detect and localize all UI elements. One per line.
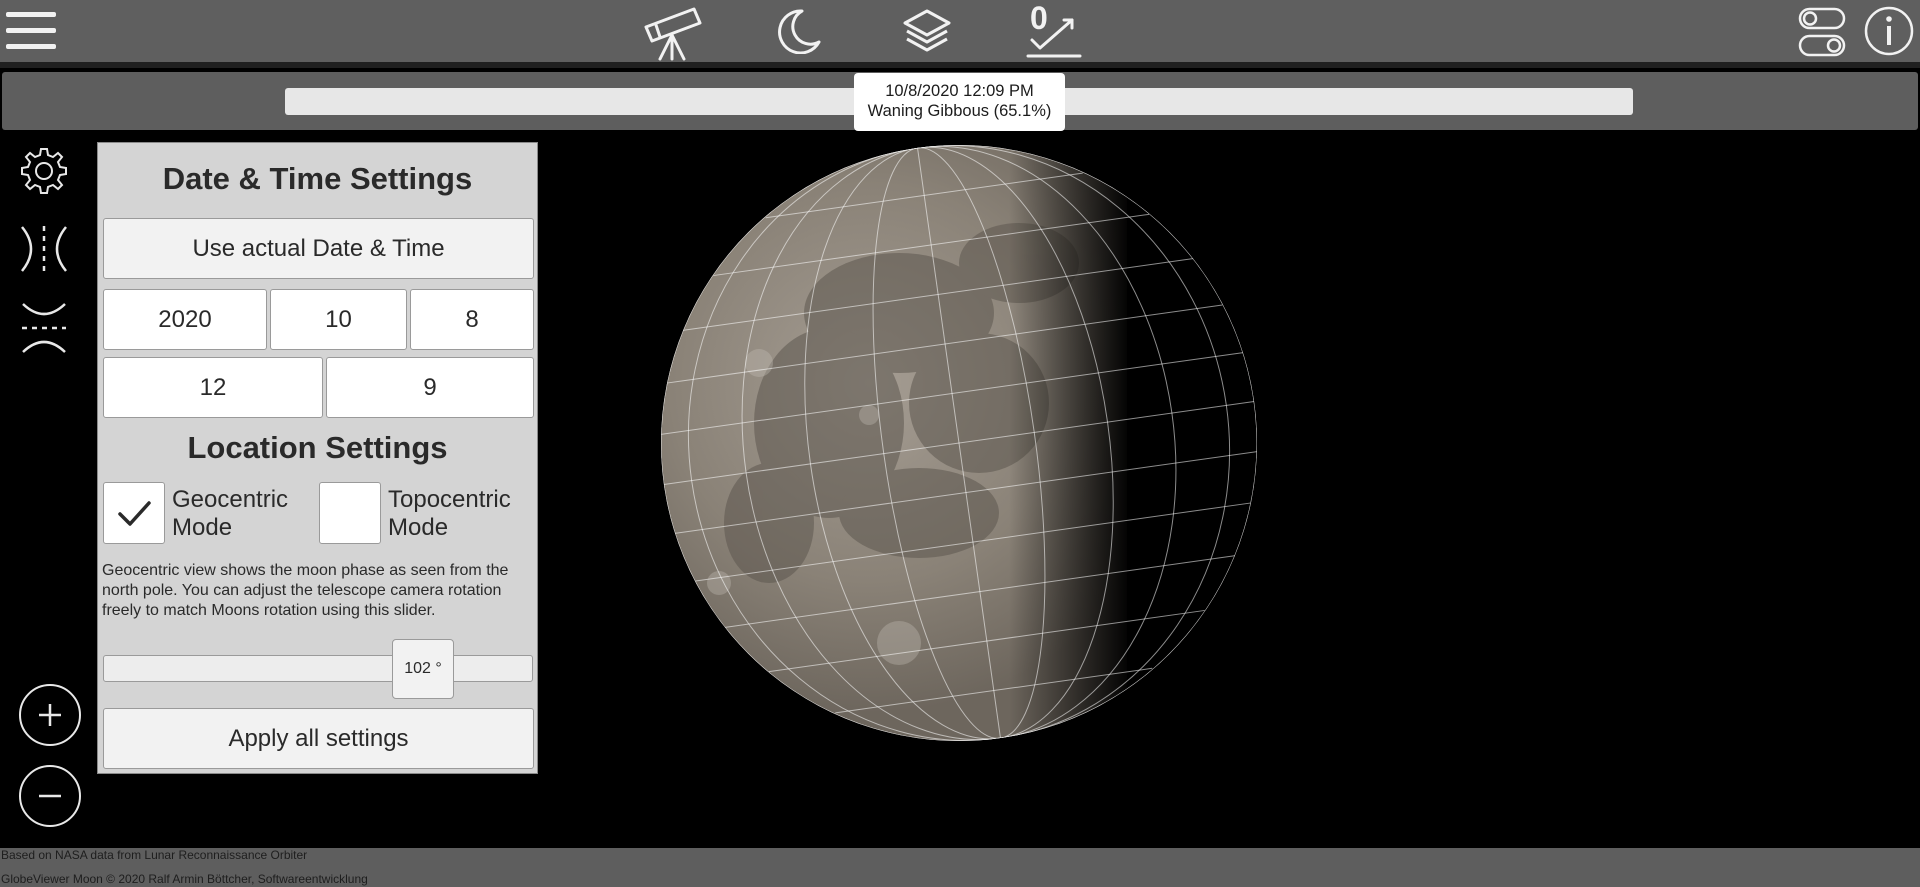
layers-icon[interactable] [902,8,952,54]
toggle-switches-icon[interactable] [1798,7,1846,57]
minute-field[interactable]: 9 [326,357,534,418]
mode-description: Geocentric view shows the moon phase as … [102,562,509,619]
month-field[interactable]: 10 [270,289,407,350]
vertical-libration-icon[interactable] [20,302,68,354]
topocentric-checkbox[interactable] [319,482,381,544]
checkmark-icon [118,501,151,526]
moon-globe[interactable] [656,140,1262,746]
settings-panel: Date & Time Settings Use actual Date & T… [97,142,538,774]
timeline-tooltip[interactable]: 10/8/2020 12:09 PM Waning Gibbous (65.1%… [854,73,1065,131]
rotation-slider-handle[interactable]: 102 ° [392,639,454,699]
zoom-in-button[interactable] [19,684,81,746]
hour-field[interactable]: 12 [103,357,323,418]
location-heading: Location Settings [187,430,448,465]
telescope-icon[interactable] [642,5,704,61]
footer-bar: Based on NASA data from Lunar Reconnaiss… [0,848,1920,887]
graph-counter-icon [1026,18,1082,58]
horizontal-libration-icon[interactable] [20,224,68,274]
day-field[interactable]: 8 [410,289,534,350]
gear-icon[interactable] [21,148,67,194]
year-field[interactable]: 2020 [103,289,267,350]
copyright: GlobeViewer Moon © 2020 Ralf Armin Böttc… [1,872,368,886]
zoom-out-icon [39,794,61,798]
crescent-moon-icon[interactable] [776,8,822,54]
use-actual-date-time-button[interactable]: Use actual Date & Time [103,218,534,279]
data-credit: Based on NASA data from Lunar Reconnaiss… [1,848,308,862]
apply-all-settings-button[interactable]: Apply all settings [103,708,534,769]
toolbar-divider [0,62,1920,68]
tooltip-phase: Waning Gibbous (65.1%) [867,102,1052,120]
info-icon[interactable] [1864,6,1914,56]
zoom-in-icon [39,704,61,726]
topocentric-label: Topocentric Mode [388,486,511,541]
tooltip-date: 10/8/2020 12:09 PM [885,82,1034,100]
geocentric-checkbox[interactable] [103,482,165,544]
zoom-out-button[interactable] [19,765,81,827]
rotation-slider-track[interactable] [103,655,533,682]
top-toolbar: 0 [0,0,1920,62]
hamburger-menu-icon[interactable] [6,12,56,50]
geocentric-label: Geocentric Mode [172,486,289,541]
date-time-heading: Date & Time Settings [162,161,473,196]
